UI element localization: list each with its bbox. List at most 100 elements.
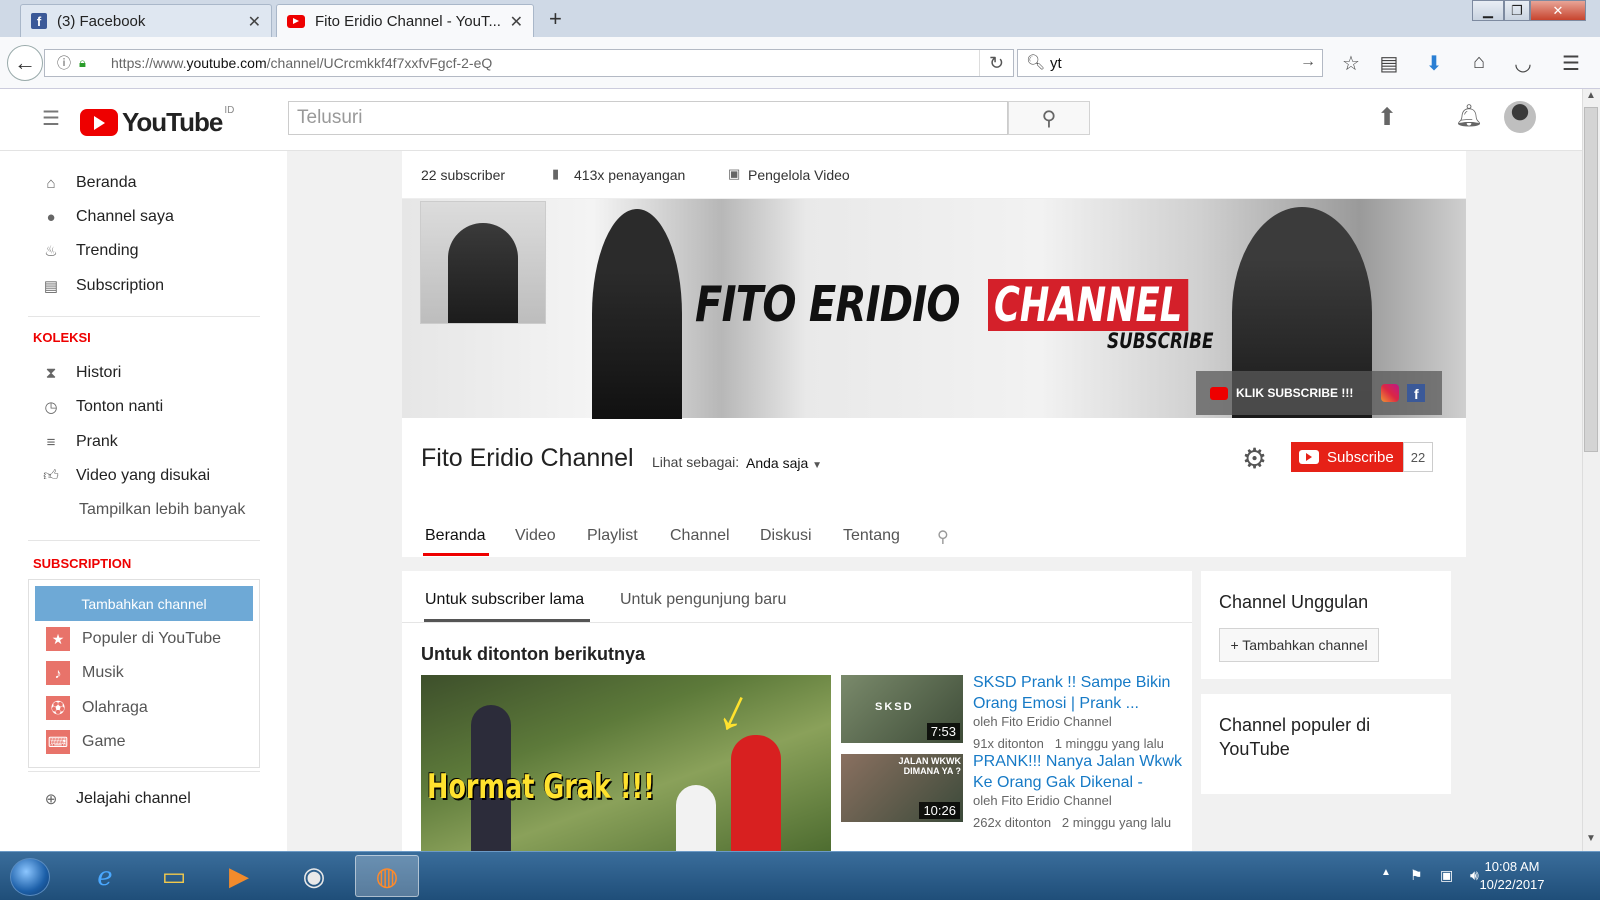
tray-expand-icon[interactable]: ▲: [1381, 867, 1391, 878]
file-explorer-icon[interactable]: ▭: [145, 855, 203, 897]
scroll-up-icon[interactable]: ▲: [1586, 90, 1596, 101]
banner-cta[interactable]: KLIK SUBSCRIBE !!!: [1236, 386, 1353, 400]
bookmark-star-icon[interactable]: ☆: [1338, 51, 1364, 76]
youtube-logo[interactable]: YouTube ID: [80, 105, 234, 138]
facebook-link-icon[interactable]: f: [1407, 384, 1426, 402]
sidebar-item-label: Trending: [76, 242, 139, 259]
notifications-bell-icon[interactable]: 🔔︎: [1455, 103, 1483, 129]
home-browser-icon[interactable]: ⌂: [1466, 51, 1492, 74]
subscription-item-popular[interactable]: ★ Populer di YouTube: [46, 626, 221, 652]
hamburger-icon[interactable]: ☰: [42, 106, 60, 131]
close-icon[interactable]: ✕: [248, 12, 261, 32]
show-more-link[interactable]: Tampilkan lebih banyak: [79, 496, 245, 524]
subscription-item-sports[interactable]: ⚽︎ Olahraga: [46, 695, 148, 721]
divider: [28, 316, 260, 317]
subscription-item-music[interactable]: ♪ Musik: [46, 660, 124, 686]
chrome-icon[interactable]: ◉: [285, 855, 343, 897]
minimize-button[interactable]: ▁: [1472, 0, 1504, 21]
tab-playlist[interactable]: Playlist: [587, 527, 638, 545]
system-clock[interactable]: 10:08 AM 10/22/2017: [1472, 858, 1552, 894]
sidebar-item-home[interactable]: ⌂ Beranda: [40, 169, 137, 197]
sidebar-item-trending[interactable]: ♨ Trending: [40, 237, 139, 265]
reload-icon[interactable]: ↻: [979, 50, 1013, 76]
video-age: 2 minggu yang lalu: [1061, 815, 1172, 830]
channel-avatar[interactable]: [420, 201, 546, 324]
banner-links-bar: KLIK SUBSCRIBE !!! f: [1196, 371, 1442, 415]
sidebar-item-my-channel[interactable]: ● Channel saya: [40, 203, 173, 231]
pocket-icon[interactable]: ◡: [1510, 51, 1536, 76]
firefox-icon[interactable]: ◍: [355, 855, 419, 897]
action-center-flag-icon[interactable]: ⚑: [1410, 867, 1423, 884]
url-text[interactable]: https://www.youtube.com/channel/UCrcmkkf…: [111, 55, 492, 71]
subtab-new-visitors[interactable]: Untuk pengunjung baru: [620, 591, 786, 609]
featured-video-thumbnail[interactable]: ↓ Hormat Grak !!!: [421, 675, 831, 851]
avatar[interactable]: [1504, 101, 1536, 133]
close-icon[interactable]: ✕: [510, 12, 523, 32]
channel-name: Fito Eridio Channel: [421, 444, 634, 472]
new-tab-button[interactable]: +: [549, 6, 562, 32]
add-channel-button[interactable]: Tambahkan channel: [35, 586, 253, 621]
scrollbar-thumb[interactable]: [1584, 107, 1598, 452]
search-button[interactable]: ⚲: [1008, 101, 1090, 135]
gear-icon[interactable]: ⚙: [1242, 442, 1267, 475]
video-title-link[interactable]: PRANK!!! Nanya Jalan Wkwk Ke Orang Gak D…: [973, 751, 1185, 793]
sidebar-item-watch-later[interactable]: ◷ Tonton nanti: [40, 393, 163, 421]
sidebar-item-liked-videos[interactable]: 👍︎ Video yang disukai: [40, 462, 210, 490]
subscribe-button[interactable]: Subscribe: [1291, 442, 1403, 472]
network-icon[interactable]: ▣: [1440, 867, 1453, 884]
start-button[interactable]: [10, 858, 50, 896]
window-close-button[interactable]: ✕: [1530, 0, 1586, 21]
video-manager-icon: ▣: [728, 166, 741, 181]
hourglass-icon: ⧗: [45, 364, 57, 382]
subtab-returning-subscribers[interactable]: Untuk subscriber lama: [425, 591, 584, 609]
video-title-link[interactable]: SKSD Prank !! Sampe Bikin Orang Emosi | …: [973, 672, 1188, 714]
view-count: 413x penayangan: [574, 167, 686, 183]
banner-person-left: [592, 209, 682, 419]
sidebar-item-history[interactable]: ⧗ Histori: [40, 359, 122, 387]
tab-diskusi[interactable]: Diskusi: [760, 527, 812, 545]
youtube-search-input[interactable]: Telusuri: [288, 101, 1008, 135]
media-player-icon[interactable]: ▶: [210, 855, 268, 897]
internet-explorer-icon[interactable]: ℯ: [76, 855, 134, 897]
go-arrow-icon[interactable]: →: [1300, 53, 1316, 71]
view-as-dropdown[interactable]: Anda saja ▼: [746, 455, 822, 471]
subscription-item-game[interactable]: ⌨ Game: [46, 729, 126, 755]
tab-tentang[interactable]: Tentang: [843, 527, 900, 545]
tab-video[interactable]: Video: [515, 527, 556, 545]
video-manager-link[interactable]: Pengelola Video: [748, 167, 850, 183]
menu-icon[interactable]: ☰: [1558, 51, 1584, 76]
scroll-down-icon[interactable]: ▼: [1586, 833, 1596, 844]
sidebar-item-prank[interactable]: ≡ Prank: [40, 428, 118, 456]
add-featured-channel-button[interactable]: + Tambahkan channel: [1219, 628, 1379, 662]
upload-icon[interactable]: ⬆: [1377, 103, 1397, 132]
sidebar-item-browse-channels[interactable]: ⊕ Jelajahi channel: [40, 785, 191, 813]
subscription-box: Tambahkan channel ★ Populer di YouTube ♪ M…: [28, 579, 260, 768]
stats-bars-icon: ▮: [552, 166, 560, 181]
browser-tab-bar: f (3) Facebook ✕ Fito Eridio Channel - Y…: [0, 0, 1600, 37]
subscription-label: Populer di YouTube: [82, 630, 222, 647]
sidebar-item-subscription[interactable]: ▤ Subscription: [40, 272, 164, 300]
browser-search-field[interactable]: 🔍︎ yt →: [1017, 49, 1323, 77]
video-author[interactable]: oleh Fito Eridio Channel: [973, 793, 1112, 808]
tab-youtube[interactable]: Fito Eridio Channel - YouT... ✕: [276, 4, 534, 37]
back-button[interactable]: ←: [7, 45, 43, 81]
video-thumbnail[interactable]: SKSD 7:53: [841, 675, 963, 743]
download-icon[interactable]: ⬇: [1421, 51, 1447, 76]
video-thumbnail[interactable]: JALAN WKWK DIMANA YA ? 10:26: [841, 754, 963, 822]
channel-search-icon[interactable]: ⚲: [937, 527, 949, 547]
tab-channel[interactable]: Channel: [670, 527, 730, 545]
banner-subscribe-text: SUBSCRIBE: [1107, 329, 1214, 353]
youtube-small-icon[interactable]: [1210, 386, 1228, 400]
channel-header-card: 22 subscriber ▮ 413x penayangan ▣ Pengel…: [402, 151, 1466, 557]
search-engine-icon[interactable]: 🔍︎: [1026, 53, 1045, 71]
reading-list-icon[interactable]: ▤: [1376, 51, 1402, 76]
video-author[interactable]: oleh Fito Eridio Channel: [973, 714, 1112, 729]
instagram-icon[interactable]: [1381, 384, 1400, 402]
restore-button[interactable]: ❐: [1504, 0, 1530, 21]
sidebar-item-label: Beranda: [76, 174, 137, 191]
tab-beranda[interactable]: Beranda: [425, 527, 486, 545]
info-icon[interactable]: ⓘ: [57, 53, 79, 73]
tab-facebook[interactable]: f (3) Facebook ✕: [20, 4, 272, 37]
url-bar[interactable]: ⓘ 🔒︎ https://www.youtube.com/channel/UCr…: [44, 49, 1014, 77]
channel-banner: FITO ERIDIO CHANNEL SUBSCRIBE KLIK SUBSC…: [402, 199, 1466, 419]
